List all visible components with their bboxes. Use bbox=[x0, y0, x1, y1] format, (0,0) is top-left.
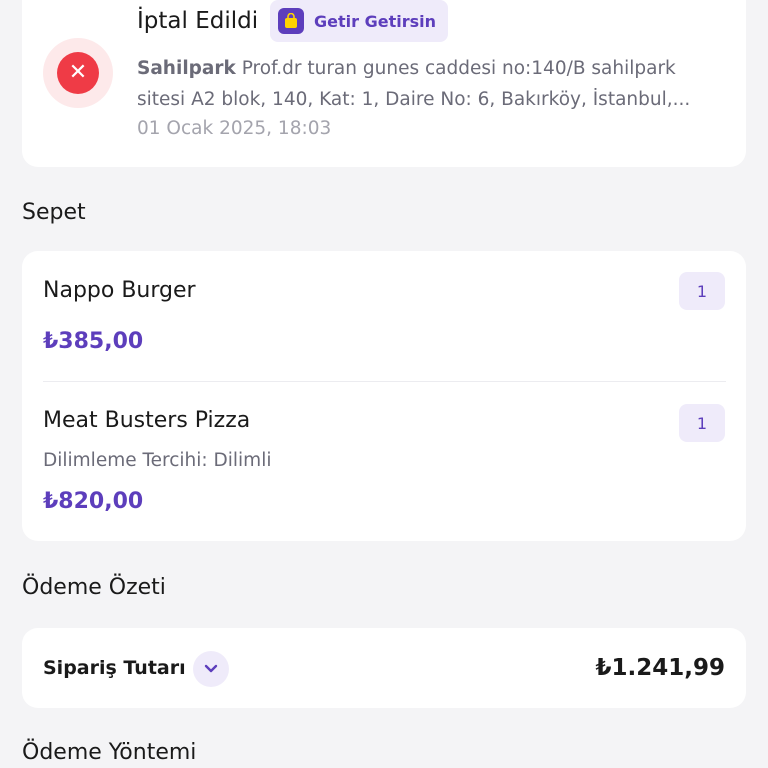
expand-summary-button[interactable] bbox=[193, 651, 229, 687]
payment-summary-card[interactable]: Sipariş Tutarı ₺1.241,99 bbox=[22, 628, 746, 708]
item-price: ₺385,00 bbox=[43, 329, 144, 354]
order-amount-label: Sipariş Tutarı bbox=[43, 657, 186, 679]
order-date: 01 Ocak 2025, 18:03 bbox=[137, 118, 332, 139]
quantity-badge: 1 bbox=[679, 404, 725, 442]
delivery-address: Sahilpark Prof.dr turan gunes caddesi no… bbox=[137, 53, 727, 115]
status-icon-container: ✕ bbox=[43, 38, 113, 108]
quantity-badge: 1 bbox=[679, 272, 725, 310]
address-name: Sahilpark bbox=[137, 58, 236, 79]
item-option: Dilimleme Tercihi: Dilimli bbox=[43, 450, 272, 471]
payment-method-title: Ödeme Yöntemi bbox=[22, 740, 197, 765]
basket-section-title: Sepet bbox=[22, 200, 86, 225]
provider-badge: Getir Getirsin bbox=[270, 0, 448, 42]
basket-card: Nappo Burger 1 ₺385,00 Meat Busters Pizz… bbox=[22, 251, 746, 541]
shopping-bag-icon bbox=[278, 8, 304, 34]
chevron-down-icon bbox=[204, 664, 218, 673]
order-status-title: İptal Edildi bbox=[137, 8, 259, 34]
payment-summary-title: Ödeme Özeti bbox=[22, 575, 166, 600]
order-total: ₺1.241,99 bbox=[595, 655, 726, 681]
item-price: ₺820,00 bbox=[43, 489, 144, 514]
address-line-1: Prof.dr turan gunes caddesi no:140/B sah… bbox=[241, 58, 676, 79]
item-name: Nappo Burger bbox=[43, 278, 196, 303]
item-name: Meat Busters Pizza bbox=[43, 408, 251, 433]
provider-name: Getir Getirsin bbox=[314, 11, 436, 31]
divider bbox=[43, 381, 726, 382]
close-icon: ✕ bbox=[57, 52, 99, 94]
address-line-2: sitesi A2 blok, 140, Kat: 1, Daire No: 6… bbox=[137, 89, 691, 110]
order-status-card: ✕ İptal Edildi Getir Getirsin Sahilpark … bbox=[22, 0, 746, 167]
